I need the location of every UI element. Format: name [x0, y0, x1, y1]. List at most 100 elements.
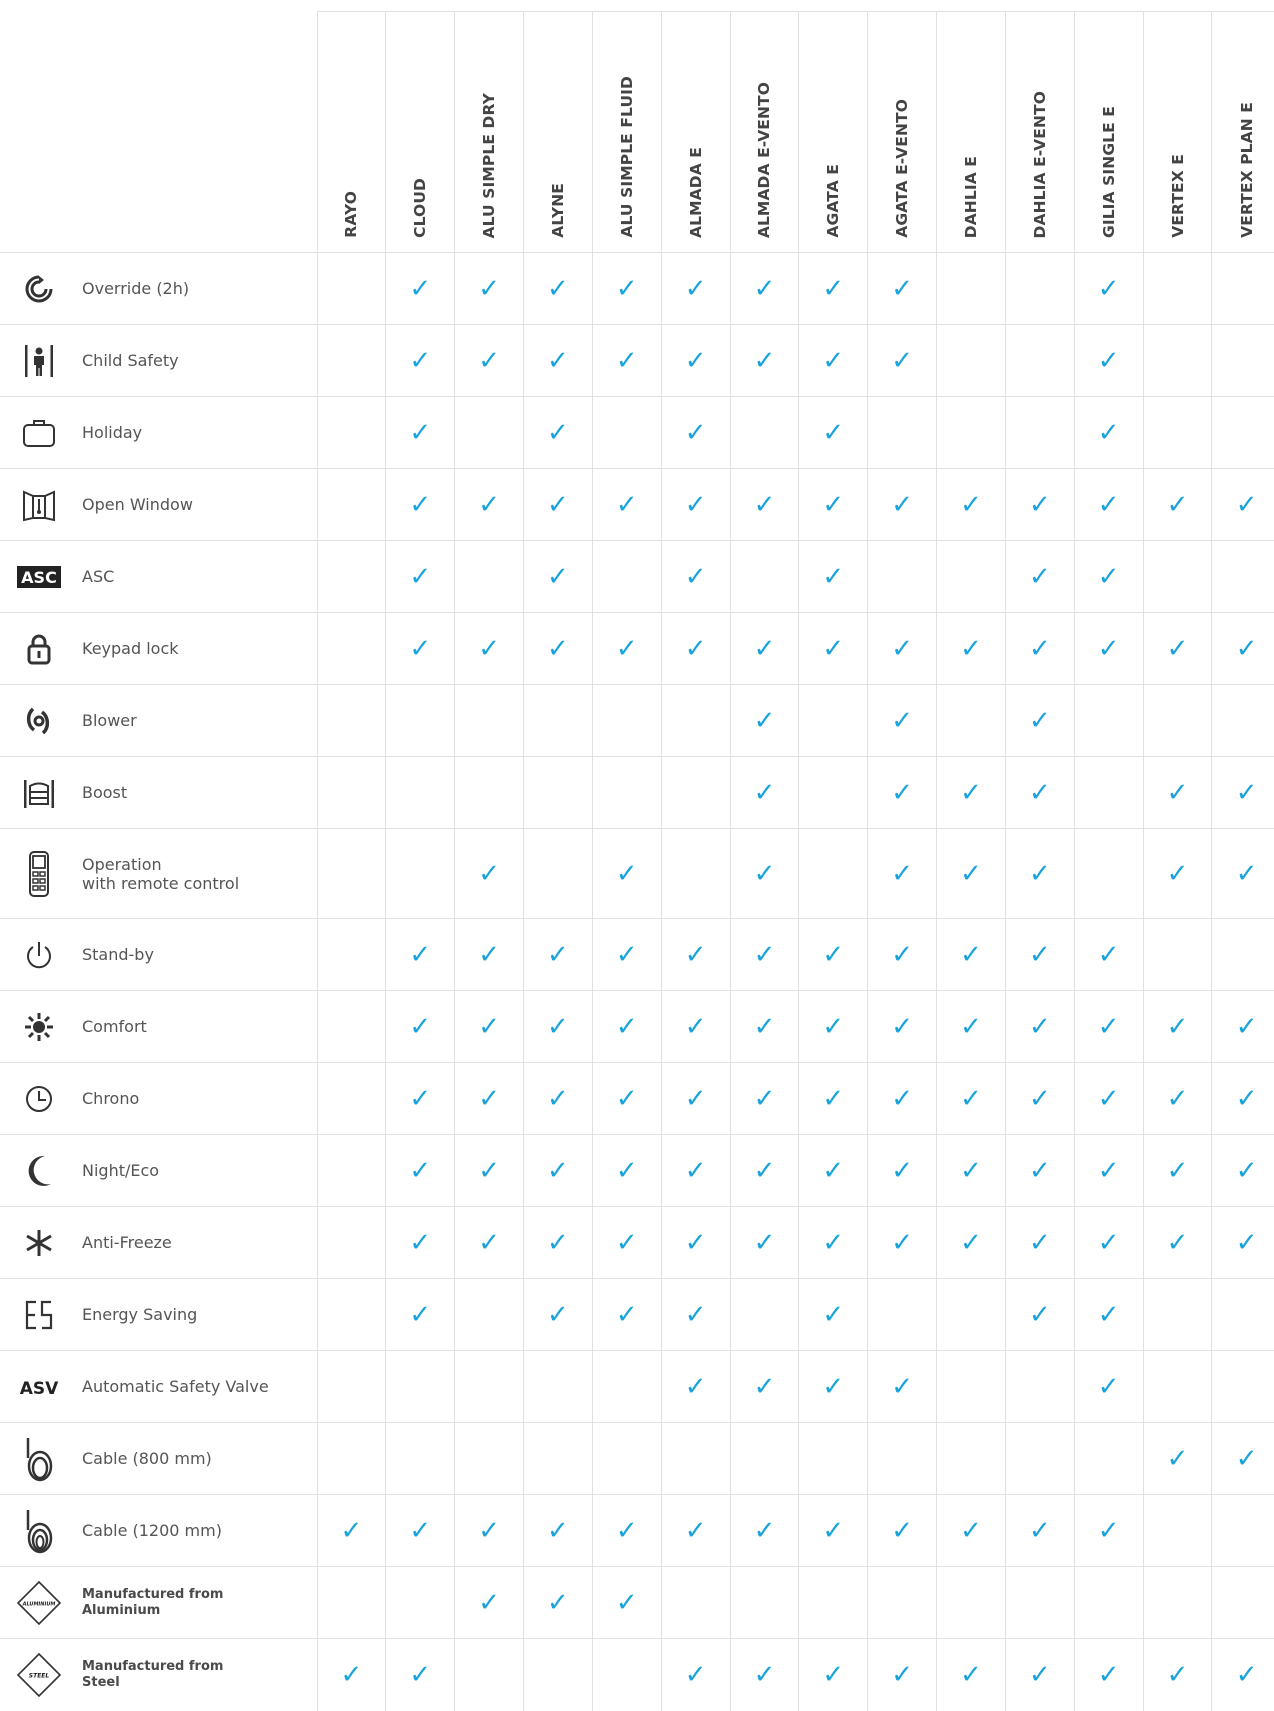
checkmark-icon: ✓ — [753, 705, 776, 736]
feature-cell: ✓ — [798, 918, 868, 991]
product-header: ALMADA E — [660, 11, 731, 253]
feature-cell — [454, 684, 524, 757]
feature-cell — [660, 1422, 731, 1495]
checkmark-icon: ✓ — [1166, 1227, 1189, 1258]
feature-cell — [385, 828, 455, 919]
feature-cell: ✓ — [729, 1206, 799, 1279]
checkmark-icon: ✓ — [1097, 273, 1120, 304]
remote-control-icon — [0, 828, 70, 919]
checkmark-icon: ✓ — [891, 705, 914, 736]
feature-cell: ✓ — [798, 1062, 868, 1135]
feature-cell — [454, 1638, 524, 1711]
feature-cell: ✓ — [798, 990, 868, 1063]
feature-cell — [316, 612, 386, 685]
feature-cell: ✓ — [936, 612, 1006, 685]
feature-cell: ✓ — [660, 324, 731, 397]
checkmark-icon: ✓ — [547, 489, 569, 520]
feature-cell: ✓ — [385, 324, 455, 397]
moon-icon — [0, 1134, 70, 1207]
feature-row: Keypad lock ✓ ✓ ✓ ✓ ✓ ✓ ✓ ✓ ✓ ✓ ✓ ✓ ✓ — [0, 612, 1274, 685]
checkmark-icon: ✓ — [1097, 1083, 1120, 1114]
feature-cell: ✓ — [1142, 1134, 1212, 1207]
feature-cell — [454, 540, 524, 613]
feature-cell — [867, 396, 937, 469]
feature-cell: ✓ — [729, 684, 799, 757]
feature-cell — [1073, 684, 1144, 757]
feature-cell: ✓ — [936, 468, 1006, 541]
checkmark-icon: ✓ — [891, 1515, 914, 1546]
feature-cell — [1211, 1278, 1274, 1351]
product-name: ALU SIMPLE FLUID — [617, 76, 636, 238]
feature-cell — [1211, 396, 1274, 469]
feature-row: Boost ✓ ✓ ✓ ✓ ✓ ✓ — [0, 756, 1274, 829]
checkmark-icon: ✓ — [1166, 489, 1189, 520]
checkmark-icon: ✓ — [960, 1659, 982, 1690]
feature-cell: ✓ — [798, 1494, 868, 1567]
checkmark-icon: ✓ — [891, 489, 914, 520]
feature-cell: ✓ — [867, 612, 937, 685]
checkmark-icon: ✓ — [960, 1227, 982, 1258]
feature-cell: ✓ — [936, 1206, 1006, 1279]
feature-cell: ✓ — [454, 1134, 524, 1207]
feature-cell — [936, 1422, 1006, 1495]
feature-cell: ✓ — [1073, 990, 1144, 1063]
checkmark-icon: ✓ — [1097, 1011, 1120, 1042]
feature-cell — [867, 540, 937, 613]
feature-cell: ✓ — [936, 828, 1006, 919]
feature-cell: ✓ — [385, 396, 455, 469]
checkmark-icon: ✓ — [822, 633, 845, 664]
checkmark-icon: ✓ — [684, 1227, 707, 1258]
checkmark-icon: ✓ — [615, 273, 638, 304]
feature-cell: ✓ — [867, 1206, 937, 1279]
feature-cell — [316, 918, 386, 991]
feature-cell: ✓ — [729, 252, 799, 325]
product-header: CLOUD — [385, 11, 455, 253]
feature-cell: ✓ — [936, 1494, 1006, 1567]
checkmark-icon: ✓ — [547, 1515, 569, 1546]
feature-cell — [1142, 252, 1212, 325]
checkmark-icon: ✓ — [1028, 489, 1051, 520]
checkmark-icon: ✓ — [547, 345, 569, 376]
checkmark-icon: ✓ — [409, 1011, 432, 1042]
feature-row: ALUMINIUM Manufactured from Aluminium ✓ ✓ ✓ — [0, 1566, 1274, 1639]
feature-cell — [936, 1278, 1006, 1351]
feature-cell — [936, 396, 1006, 469]
checkmark-icon: ✓ — [615, 1083, 638, 1114]
feature-cell: ✓ — [454, 468, 524, 541]
checkmark-icon: ✓ — [960, 1515, 982, 1546]
feature-cell: ✓ — [1004, 1134, 1075, 1207]
checkmark-icon: ✓ — [684, 561, 707, 592]
checkmark-icon: ✓ — [684, 345, 707, 376]
feature-cell — [385, 684, 455, 757]
feature-cell — [798, 828, 868, 919]
feature-cell: ✓ — [867, 828, 937, 919]
product-name: DAHLIA E — [962, 155, 981, 238]
checkmark-icon: ✓ — [1235, 1227, 1258, 1258]
checkmark-icon: ✓ — [960, 1011, 982, 1042]
feature-cell — [1004, 252, 1075, 325]
feature-cell: ✓ — [385, 1134, 455, 1207]
checkmark-icon: ✓ — [615, 1587, 638, 1618]
feature-cell: ✓ — [454, 252, 524, 325]
checkmark-icon: ✓ — [1097, 345, 1120, 376]
checkmark-icon: ✓ — [478, 1515, 500, 1546]
feature-cell — [936, 540, 1006, 613]
feature-cell — [591, 1638, 662, 1711]
checkmark-icon: ✓ — [1028, 858, 1051, 889]
svg-text:ASC: ASC — [21, 568, 57, 587]
feature-cell — [316, 324, 386, 397]
checkmark-icon: ✓ — [1097, 561, 1120, 592]
checkmark-icon: ✓ — [1097, 1515, 1120, 1546]
feature-cell: ✓ — [660, 1206, 731, 1279]
checkmark-icon: ✓ — [891, 939, 914, 970]
checkmark-icon: ✓ — [547, 633, 569, 664]
feature-cell — [316, 828, 386, 919]
checkmark-icon: ✓ — [1166, 858, 1189, 889]
feature-cell — [454, 396, 524, 469]
feature-cell: ✓ — [1004, 756, 1075, 829]
product-header: ALU SIMPLE DRY — [454, 11, 524, 253]
feature-cell: ✓ — [1004, 684, 1075, 757]
checkmark-icon: ✓ — [409, 1227, 432, 1258]
product-name: AGATA E — [824, 164, 843, 238]
feature-cell — [1211, 324, 1274, 397]
